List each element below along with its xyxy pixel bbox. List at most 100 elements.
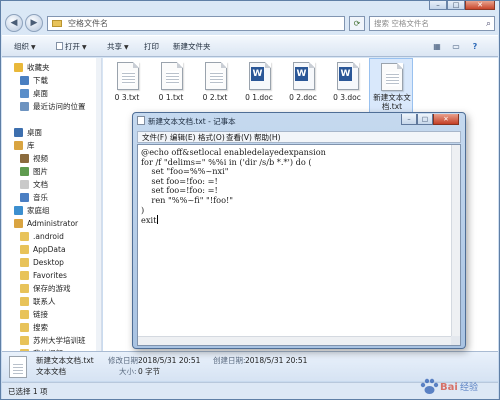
notepad-icon: [137, 116, 145, 125]
close-icon[interactable]: ✕: [433, 114, 459, 125]
word-document-icon: W: [249, 62, 271, 90]
video-library-icon: [20, 154, 29, 163]
share-button[interactable]: 共享 ▼: [107, 40, 129, 54]
user-folder-icon: [14, 219, 23, 228]
file-name: 0 2.txt: [202, 93, 228, 102]
minimize-icon[interactable]: –: [429, 1, 447, 10]
navigation-scrollbar[interactable]: [96, 58, 101, 351]
folder-icon: [20, 245, 29, 254]
sidebar-item-label: 联系人: [33, 297, 56, 306]
notepad-window-controls: – □ ✕: [401, 114, 459, 125]
organize-button[interactable]: 组织 ▼: [14, 40, 36, 54]
details-size-value: 0 字节: [138, 367, 161, 376]
file-name: 新建文本文档.txt: [373, 93, 411, 111]
sidebar-item-label: 下载: [33, 76, 48, 85]
desktop-icon: [14, 128, 23, 137]
maximize-icon[interactable]: □: [447, 1, 465, 10]
menu-edit[interactable]: 编辑(E): [170, 132, 196, 143]
notepad-window: 新建文本文档.txt - 记事本 – □ ✕ 文件(F) 编辑(E) 格式(O)…: [132, 112, 466, 349]
svg-text:Bai: Bai: [440, 382, 458, 393]
text-cursor: [157, 215, 159, 225]
notepad-text-area[interactable]: @echo off&setlocal enabledelayedexpansio…: [137, 144, 461, 346]
details-file-name: 新建文本文档.txt: [36, 356, 94, 365]
explorer-window-controls: – □ ✕: [429, 1, 495, 10]
file-item[interactable]: 0 3.txt: [109, 62, 145, 112]
details-created-label: 创建日期:: [213, 356, 246, 365]
folder-icon: [20, 297, 29, 306]
desktop-icon: [20, 89, 29, 98]
help-icon[interactable]: ?: [468, 40, 482, 54]
horizontal-scrollbar[interactable]: [138, 336, 451, 345]
sidebar-item-label: 链接: [33, 310, 48, 319]
recent-places-icon: [20, 102, 29, 111]
file-item[interactable]: 新建文本文档.txt: [369, 58, 413, 114]
baidu-jingyan-logo: Bai 经验: [420, 378, 478, 394]
folder-icon: [20, 336, 29, 345]
menu-help[interactable]: 帮助(H): [254, 132, 281, 143]
notepad-small-icon: [56, 42, 63, 50]
sidebar-item-label: 最近访问的位置: [33, 102, 86, 111]
menu-file[interactable]: 文件(F): [142, 132, 167, 143]
folder-icon: [20, 284, 29, 293]
command-toolbar: 组织 ▼ 打开 ▼ 共享 ▼ 打印 新建文件夹 ▦ ▭ ?: [2, 35, 498, 57]
sidebar-item-label: .android: [33, 232, 64, 241]
music-library-icon: [20, 193, 29, 202]
explorer-title-bar[interactable]: – □ ✕: [1, 1, 499, 11]
maximize-icon[interactable]: □: [417, 114, 433, 125]
chevron-down-icon: ▼: [82, 44, 87, 51]
folder-icon: [20, 232, 29, 241]
navigation-pane: 收藏夹 下载 桌面 最近访问的位置 桌面库视频 图片 文档 音乐 家庭组 Administrato…: [2, 58, 102, 351]
minimize-icon[interactable]: –: [401, 114, 417, 125]
refresh-button[interactable]: ⟳: [349, 16, 365, 31]
folder-icon: [20, 258, 29, 267]
back-button[interactable]: ◀: [5, 14, 23, 32]
sidebar-item-label: Favorites: [33, 271, 67, 280]
menu-view[interactable]: 查看(V): [226, 132, 252, 143]
address-path: 空格文件名: [68, 19, 108, 28]
sidebar-item-label: 搜索: [33, 323, 48, 332]
sidebar-item-label: 桌面: [33, 89, 48, 98]
open-button[interactable]: 打开 ▼: [56, 40, 87, 54]
resize-grip[interactable]: [451, 336, 460, 345]
preview-pane-icon[interactable]: ▭: [449, 40, 463, 54]
text-file-icon: [205, 62, 227, 90]
details-file-type: 文本文档: [36, 367, 66, 376]
menu-format[interactable]: 格式(O): [198, 132, 225, 143]
text-file-icon: [161, 62, 183, 90]
sidebar-item-label: 音乐: [33, 193, 48, 202]
details-created-value: 2018/5/31 20:51: [245, 356, 308, 365]
library-icon: [14, 141, 23, 150]
notepad-content: @echo off&setlocal enabledelayedexpansio…: [141, 147, 326, 226]
word-document-icon: W: [293, 62, 315, 90]
word-w-badge: W: [251, 67, 264, 81]
sidebar-item-label: AppData: [33, 245, 66, 254]
sidebar-item-label: 收藏夹: [27, 63, 50, 72]
address-bar[interactable]: 空格文件名: [47, 16, 345, 31]
file-item[interactable]: 0 1.txt: [153, 62, 189, 112]
sidebar-item-label: 桌面: [27, 128, 42, 137]
file-item[interactable]: W 0 2.doc: [285, 62, 321, 112]
folder-icon: [52, 20, 62, 27]
text-file-icon: [9, 356, 27, 378]
file-name: 0 3.doc: [333, 93, 361, 102]
forward-button[interactable]: ▶: [25, 14, 43, 32]
print-button[interactable]: 打印: [144, 40, 159, 54]
notepad-title-bar[interactable]: 新建文本文档.txt - 记事本: [137, 116, 236, 128]
details-size-label: 大小:: [119, 367, 137, 376]
star-icon: [14, 63, 23, 72]
view-options-icon[interactable]: ▦: [430, 40, 444, 54]
word-document-icon: W: [337, 62, 359, 90]
close-icon[interactable]: ✕: [465, 1, 495, 10]
folder-icon: [20, 271, 29, 280]
folder-icon: [20, 310, 29, 319]
file-name: 0 1.txt: [158, 93, 184, 102]
search-input[interactable]: 搜索 空格文件名 ⌕: [369, 16, 495, 31]
new-folder-button[interactable]: 新建文件夹: [173, 40, 211, 54]
vertical-scrollbar[interactable]: [451, 145, 460, 337]
download-folder-icon: [20, 76, 29, 85]
file-item[interactable]: W 0 1.doc: [241, 62, 277, 112]
file-item[interactable]: 0 2.txt: [197, 62, 233, 112]
file-item[interactable]: W 0 3.doc: [329, 62, 365, 112]
text-file-icon: [117, 62, 139, 90]
baidu-jingyan-watermark: Bai 经验: [418, 376, 494, 396]
